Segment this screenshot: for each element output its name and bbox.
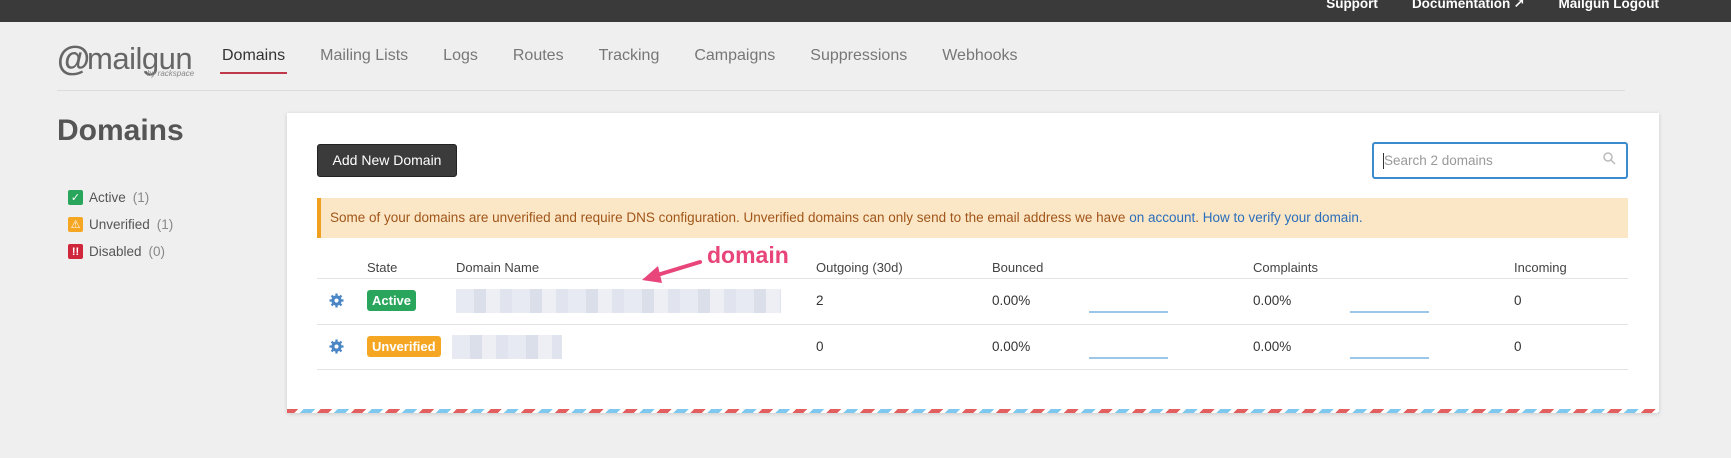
gear-icon[interactable]: [329, 293, 344, 308]
header-complaints: Complaints: [1253, 260, 1319, 275]
state-filters: ✓ Active (1) ⚠ Unverified (1) !! Disable…: [68, 184, 173, 265]
external-link-icon: ↗: [1513, 0, 1525, 11]
complaints-cell: 0.00%: [1253, 339, 1292, 354]
filter-label: Active: [89, 190, 126, 205]
support-link[interactable]: Support: [1326, 0, 1378, 12]
incoming-cell: 0: [1514, 339, 1522, 354]
nav-campaigns[interactable]: Campaigns: [694, 47, 775, 75]
filter-active[interactable]: ✓ Active (1): [68, 184, 173, 211]
text-caret: [1383, 153, 1384, 169]
filter-count: (1): [132, 190, 150, 205]
nav-suppressions[interactable]: Suppressions: [810, 47, 907, 75]
search-input[interactable]: Search 2 domains: [1372, 142, 1628, 179]
status-badge: Active: [367, 290, 417, 311]
on-account-link[interactable]: on account: [1129, 210, 1195, 225]
logo-sub: by rackspace: [147, 69, 195, 78]
airmail-border: [287, 409, 1659, 413]
outgoing-cell: 2: [816, 293, 824, 308]
header-state: State: [367, 260, 398, 275]
nav-domains[interactable]: Domains: [219, 47, 288, 75]
check-icon: ✓: [68, 190, 83, 205]
search-icon: [1603, 152, 1616, 165]
header-outgoing: Outgoing (30d): [816, 260, 903, 275]
row-divider: [317, 369, 1628, 370]
verify-domain-link[interactable]: How to verify your domain.: [1203, 210, 1363, 225]
row-divider: [317, 324, 1628, 325]
complaints-sparkline: [1350, 311, 1429, 313]
redacted-domain[interactable]: [452, 335, 562, 359]
bounced-sparkline: [1089, 311, 1168, 313]
main-nav: Domains Mailing Lists Logs Routes Tracki…: [219, 47, 1053, 75]
add-new-domain-button[interactable]: Add New Domain: [317, 144, 457, 177]
bounced-cell: 0.00%: [992, 339, 1031, 354]
nav-mailing-lists[interactable]: Mailing Lists: [320, 47, 408, 75]
bounced-sparkline: [1089, 357, 1168, 359]
filter-label: Disabled: [89, 244, 142, 259]
annotation-arrow-icon: [642, 260, 702, 283]
exclamation-icon: !!: [68, 244, 83, 259]
header-divider: [57, 90, 1625, 91]
mailgun-logo[interactable]: @ mailgun by rackspace: [57, 40, 197, 79]
gear-icon[interactable]: [329, 339, 344, 354]
bounced-cell: 0.00%: [992, 293, 1031, 308]
header-incoming: Incoming: [1514, 260, 1567, 275]
complaints-cell: 0.00%: [1253, 293, 1292, 308]
header-bounced: Bounced: [992, 260, 1044, 275]
row-divider: [317, 278, 1628, 279]
unverified-alert: Some of your domains are unverified and …: [317, 198, 1628, 238]
nav-webhooks[interactable]: Webhooks: [942, 47, 1017, 75]
documentation-label: Documentation: [1411, 0, 1511, 11]
nav-tracking[interactable]: Tracking: [599, 47, 660, 75]
logout-link[interactable]: Mailgun Logout: [1559, 0, 1659, 12]
status-badge: Unverified: [367, 336, 441, 357]
header-domain-name: Domain Name: [456, 260, 540, 275]
nav-logs[interactable]: Logs: [443, 47, 478, 75]
warning-icon: ⚠: [68, 217, 83, 232]
logo-at: @: [57, 40, 91, 78]
top-bar: Support Documentation ↗ Mailgun Logout: [0, 0, 1731, 22]
complaints-sparkline: [1350, 357, 1429, 359]
filter-count: (1): [156, 217, 174, 232]
alert-text: Some of your domains are unverified and …: [330, 210, 1130, 225]
annotation-label: domain: [707, 242, 789, 268]
filter-label: Unverified: [89, 217, 150, 232]
alert-sep: .: [1195, 210, 1203, 225]
incoming-cell: 0: [1514, 293, 1522, 308]
search-placeholder: Search 2 domains: [1384, 153, 1493, 168]
page-title: Domains: [57, 114, 184, 147]
filter-disabled[interactable]: !! Disabled (0): [68, 238, 173, 265]
redacted-domain[interactable]: [456, 289, 781, 313]
nav-routes[interactable]: Routes: [513, 47, 564, 75]
filter-count: (0): [148, 244, 166, 259]
documentation-link[interactable]: Documentation ↗: [1412, 0, 1525, 12]
outgoing-cell: 0: [816, 339, 824, 354]
filter-unverified[interactable]: ⚠ Unverified (1): [68, 211, 173, 238]
